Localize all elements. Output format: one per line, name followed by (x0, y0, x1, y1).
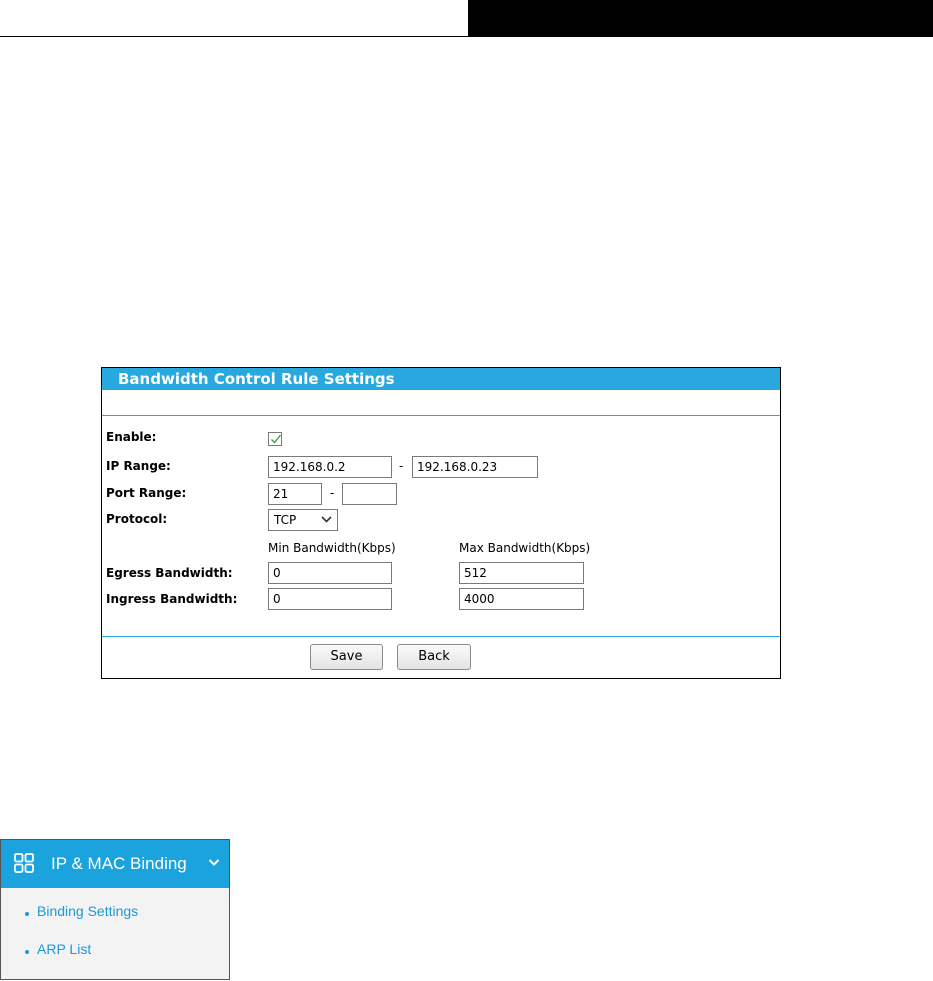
chevron-down-icon (321, 516, 332, 523)
ip-range-separator: - (399, 459, 404, 473)
egress-label: Egress Bandwidth: (106, 566, 233, 580)
port-range-separator: - (330, 486, 335, 500)
menu-header-ip-mac-binding[interactable]: IP & MAC Binding (1, 840, 229, 888)
menu-title: IP & MAC Binding (51, 854, 187, 873)
check-icon (271, 434, 282, 444)
chevron-down-icon (208, 859, 220, 866)
header-black-bar (468, 0, 933, 37)
min-bandwidth-header: Min Bandwidth(Kbps) (268, 541, 396, 555)
bandwidth-rule-panel: Bandwidth Control Rule Settings Enable: … (101, 367, 781, 679)
ingress-max-input[interactable]: 4000 (459, 588, 584, 610)
grid-icon (14, 853, 34, 873)
ingress-min-input[interactable]: 0 (268, 588, 392, 610)
protocol-label: Protocol: (106, 512, 168, 526)
panel-title: Bandwidth Control Rule Settings (102, 368, 780, 390)
egress-max-input[interactable]: 512 (459, 562, 584, 584)
port-end-input[interactable] (342, 483, 397, 505)
panel-divider-bottom (102, 636, 780, 637)
menu-item-binding-settings[interactable]: Binding Settings (37, 903, 138, 919)
save-button[interactable]: Save (310, 644, 383, 670)
header-rule (0, 36, 468, 37)
sidebar-menu: IP & MAC Binding Binding Settings ARP Li… (0, 839, 230, 980)
max-bandwidth-header: Max Bandwidth(Kbps) (459, 541, 591, 555)
port-range-label: Port Range: (106, 486, 187, 500)
bullet-icon (25, 912, 29, 916)
ip-end-input[interactable]: 192.168.0.23 (412, 456, 538, 478)
port-start-input[interactable]: 21 (268, 483, 322, 505)
menu-submenu: Binding Settings ARP List (1, 888, 229, 979)
protocol-select[interactable]: TCP (268, 509, 338, 531)
enable-checkbox[interactable] (268, 432, 282, 446)
ip-range-label: IP Range: (106, 459, 171, 473)
egress-min-input[interactable]: 0 (268, 562, 392, 584)
panel-divider-top (102, 415, 780, 416)
enable-label: Enable: (106, 430, 157, 444)
ingress-label: Ingress Bandwidth: (106, 592, 238, 606)
menu-item-arp-list[interactable]: ARP List (37, 941, 91, 957)
protocol-value: TCP (274, 513, 297, 527)
ip-start-input[interactable]: 192.168.0.2 (268, 456, 392, 478)
back-button[interactable]: Back (397, 644, 471, 670)
bullet-icon (25, 950, 29, 954)
